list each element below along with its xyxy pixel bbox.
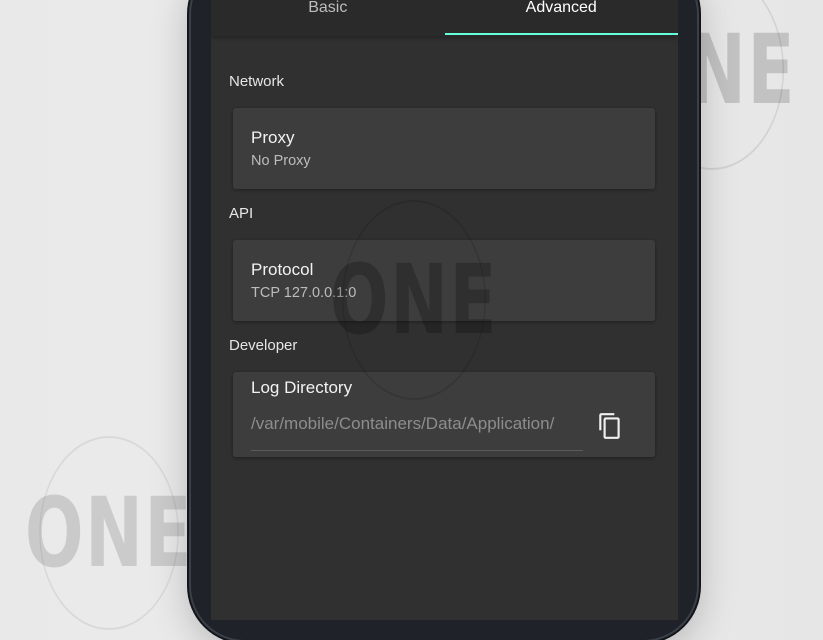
tab-advanced[interactable]: Advanced: [444, 0, 679, 36]
section-header-api: API: [229, 205, 254, 222]
setting-value: No Proxy: [251, 153, 311, 169]
copy-icon[interactable]: [597, 412, 623, 440]
log-directory-path: /var/mobile/Containers/Data/Application/: [251, 414, 555, 433]
tab-bar: Basic Advanced: [211, 0, 678, 36]
log-directory-field[interactable]: /var/mobile/Containers/Data/Application/: [251, 412, 583, 451]
watermark-text: ONE: [329, 244, 499, 356]
setting-title: Protocol: [251, 260, 314, 279]
watermark-text: ONE: [24, 477, 194, 589]
setting-title: Proxy: [251, 128, 295, 147]
watermark-logo: ONE: [330, 200, 497, 400]
proxy-setting-card[interactable]: Proxy No Proxy: [233, 108, 655, 189]
watermark-logo: ONE: [25, 436, 192, 630]
tab-label: Advanced: [525, 0, 597, 16]
tab-label: Basic: [308, 0, 348, 16]
section-header-network: Network: [229, 73, 285, 90]
section-header-developer: Developer: [229, 337, 298, 354]
tab-basic[interactable]: Basic: [211, 0, 445, 36]
setting-title: Log Directory: [251, 378, 353, 397]
phone-side-button: [697, 262, 701, 386]
